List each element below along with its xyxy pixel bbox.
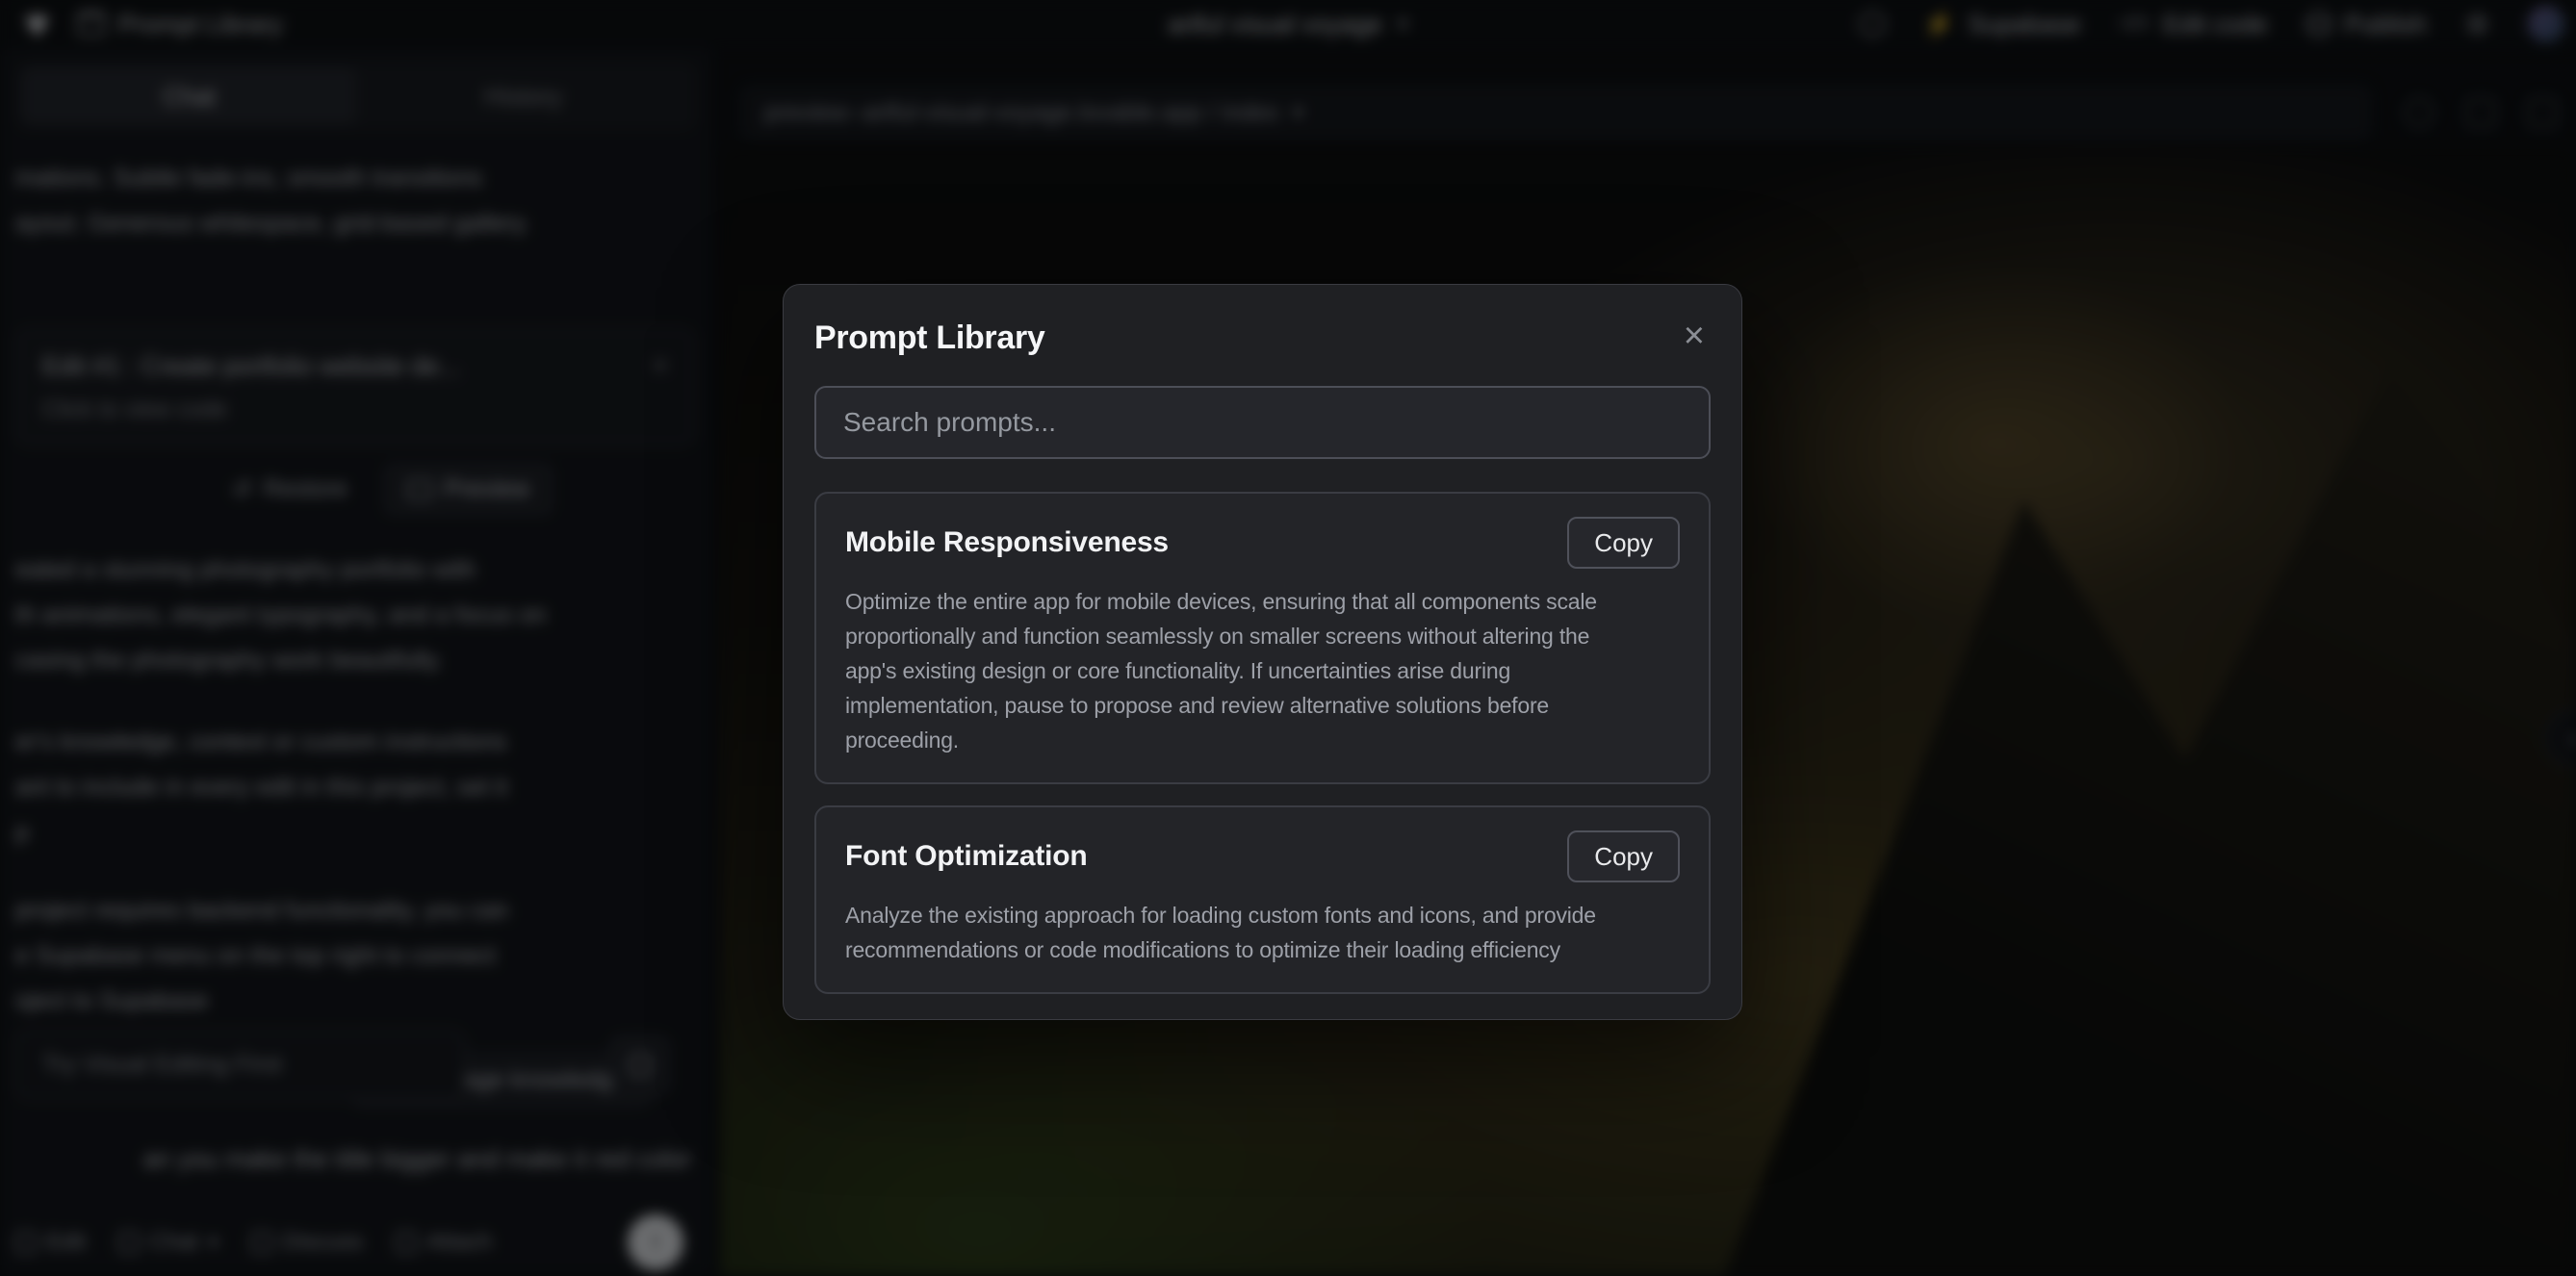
- prompt-card-font-optimization[interactable]: Font Optimization Copy Analyze the exist…: [814, 805, 1711, 994]
- copy-button[interactable]: Copy: [1567, 517, 1680, 569]
- prompt-title: Font Optimization: [845, 840, 1088, 873]
- prompt-title: Mobile Responsiveness: [845, 526, 1169, 559]
- prompt-library-modal: Prompt Library × Mobile Responsiveness C…: [783, 284, 1742, 1020]
- prompt-list: Mobile Responsiveness Copy Optimize the …: [814, 492, 1711, 999]
- search-input[interactable]: [814, 386, 1711, 459]
- copy-button[interactable]: Copy: [1567, 830, 1680, 882]
- app-root: ♥ Prompt Library artful visual voyage ▾ …: [0, 0, 2576, 1276]
- prompt-description: Analyze the existing approach for loadin…: [845, 898, 1680, 967]
- prompt-description: Optimize the entire app for mobile devic…: [845, 584, 1680, 757]
- close-icon[interactable]: ×: [1678, 319, 1711, 352]
- prompt-card-mobile-responsiveness[interactable]: Mobile Responsiveness Copy Optimize the …: [814, 492, 1711, 784]
- modal-title: Prompt Library: [814, 319, 1045, 357]
